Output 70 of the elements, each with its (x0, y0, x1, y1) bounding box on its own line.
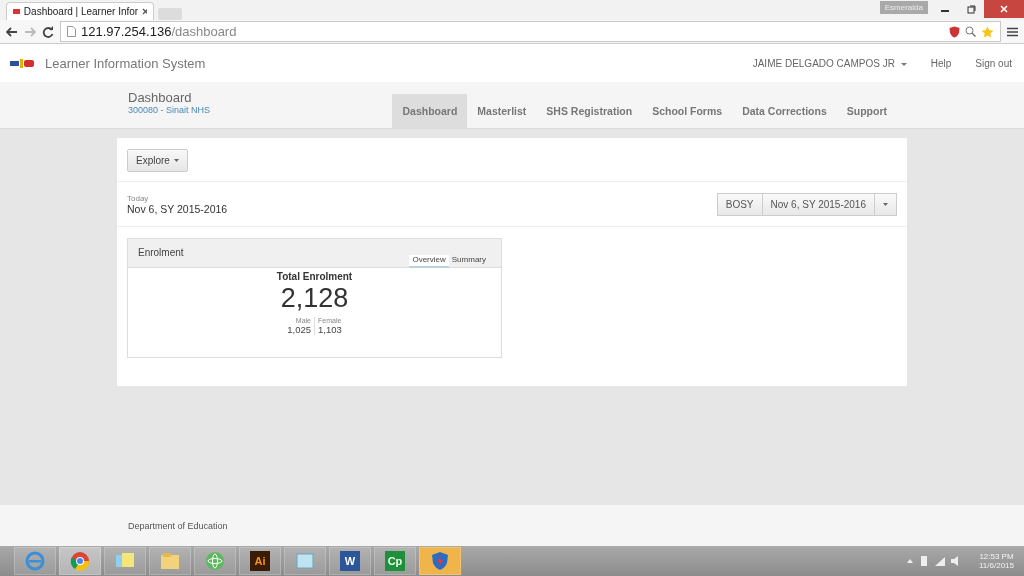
nav-tab[interactable]: SHS Registration (536, 94, 643, 128)
speaker-icon[interactable] (951, 556, 959, 566)
caret-icon (883, 203, 888, 206)
header-link[interactable]: Help (930, 57, 952, 69)
page-title: Dashboard (128, 89, 193, 105)
forward-arrow-icon[interactable] (24, 26, 36, 37)
url-text: 121.97.254.136/dashboard (81, 24, 237, 39)
taskbar-button[interactable] (14, 547, 56, 575)
panel-tab[interactable]: Overview (409, 255, 449, 268)
phase-button[interactable]: BOSY (716, 193, 763, 216)
image-viewer-icon (295, 552, 315, 570)
app-title: Learner Information System (45, 55, 207, 71)
taskbar-button[interactable]: Ai (239, 547, 281, 575)
today-label: Today (127, 194, 150, 203)
explore-button[interactable]: Explore (127, 149, 188, 172)
battery-icon[interactable] (919, 555, 929, 567)
reload-icon[interactable] (42, 25, 54, 38)
taskbar-button[interactable] (194, 547, 236, 575)
favicon-icon (13, 9, 20, 14)
close-icon[interactable] (142, 8, 147, 15)
nav-tab[interactable]: Dashboard (392, 94, 468, 128)
shield-icon (431, 551, 449, 571)
today-date: Nov 6, SY 2015-2016 (127, 203, 228, 215)
menu-icon[interactable] (1007, 26, 1018, 37)
taskbar-button[interactable]: W (329, 547, 371, 575)
user-menu[interactable]: JAIME DELGADO CAMPOS JR (752, 57, 907, 69)
browser-icon (70, 551, 90, 571)
caret-icon (900, 62, 907, 67)
date-button[interactable]: Nov 6, SY 2015-2016 (761, 193, 875, 216)
nav-tab[interactable]: Support (836, 94, 897, 128)
taskbar-button[interactable] (284, 547, 326, 575)
search-icon[interactable] (965, 26, 976, 37)
nav-tab[interactable]: Masterlist (467, 94, 537, 128)
nav-tab[interactable]: School Forms (642, 94, 733, 128)
nav-tab[interactable]: Data Corrections (732, 94, 837, 128)
app-icon: Cp (385, 551, 405, 571)
page-icon (67, 26, 76, 37)
school-name: 300080 - Sinait NHS (128, 104, 212, 115)
panel-tab[interactable]: Summary (448, 255, 489, 268)
shield-icon[interactable] (949, 25, 960, 38)
browser-tab[interactable]: Dashboard | Learner Infor (6, 2, 154, 20)
gender-count: 1,103 (318, 324, 342, 335)
gender-count: 1,025 (287, 324, 311, 335)
close-icon (1000, 5, 1008, 13)
atom-icon (205, 551, 225, 571)
restore-icon (966, 4, 976, 14)
header-link[interactable]: Sign out (975, 57, 1012, 69)
caret-up-icon[interactable] (907, 559, 913, 563)
address-bar[interactable]: 121.97.254.136/dashboard (60, 21, 1001, 42)
taskbar-button[interactable] (59, 547, 101, 575)
star-icon[interactable] (981, 25, 994, 38)
footer-text: Department of Education (128, 520, 228, 531)
taskbar-button[interactable] (419, 547, 461, 575)
taskbar-button[interactable] (104, 547, 146, 575)
close-window-button[interactable] (984, 0, 1024, 18)
tab-title: Dashboard | Learner Infor (23, 6, 139, 17)
date-dropdown-button[interactable] (874, 193, 897, 216)
caret-icon (173, 159, 179, 162)
back-arrow-icon[interactable] (6, 26, 18, 37)
folder-icon (160, 552, 180, 570)
total-label: Total Enrolment (276, 271, 353, 282)
taskbar-button[interactable] (149, 547, 191, 575)
panel-title: Enrolment (138, 247, 185, 258)
logo-icon (10, 58, 35, 68)
document-app-icon: W (340, 551, 360, 571)
taskbar-button[interactable]: Cp (374, 547, 416, 575)
app-icon: Ai (250, 551, 270, 571)
total-value: 2,128 (280, 282, 349, 314)
notes-icon (115, 552, 135, 570)
signal-icon[interactable] (935, 556, 945, 566)
